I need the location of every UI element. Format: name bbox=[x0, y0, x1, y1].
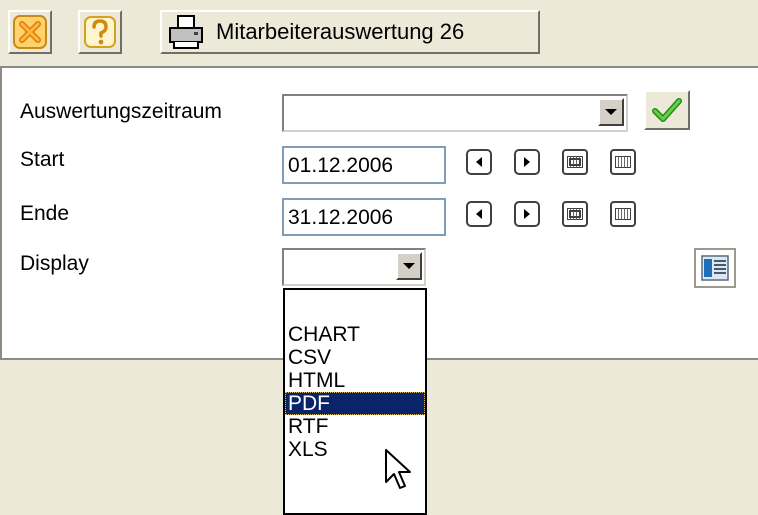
option-chart[interactable]: CHART bbox=[285, 323, 425, 346]
toolbar: Mitarbeiterauswertung 26 bbox=[0, 0, 758, 68]
option-pdf[interactable]: PDF bbox=[285, 392, 425, 415]
option-html[interactable]: HTML bbox=[285, 369, 425, 392]
start-label: Start bbox=[20, 148, 65, 171]
period-dropdown-button[interactable] bbox=[598, 98, 624, 126]
end-date-input[interactable]: 31.12.2006 bbox=[282, 198, 446, 236]
chevron-down-icon bbox=[605, 109, 617, 115]
end-next-button[interactable] bbox=[514, 201, 540, 227]
display-select[interactable] bbox=[282, 248, 426, 286]
start-calendar-button[interactable] bbox=[562, 149, 588, 175]
end-calendar-button[interactable] bbox=[562, 201, 588, 227]
calendar-grid-icon bbox=[615, 208, 631, 220]
option-rtf[interactable]: RTF bbox=[285, 415, 425, 438]
list-columns-icon bbox=[701, 255, 729, 281]
report-title: Mitarbeiterauswertung 26 bbox=[216, 19, 465, 44]
columns-button[interactable] bbox=[694, 248, 736, 288]
display-dropdown-button[interactable] bbox=[396, 252, 422, 280]
start-next-button[interactable] bbox=[514, 149, 540, 175]
mouse-pointer-icon bbox=[385, 449, 411, 489]
close-button[interactable] bbox=[8, 10, 52, 54]
chevron-down-icon bbox=[403, 263, 415, 269]
calendar-icon bbox=[567, 208, 583, 220]
arrow-left-icon bbox=[476, 209, 482, 219]
help-button[interactable] bbox=[78, 10, 122, 54]
end-calendar-month-button[interactable] bbox=[610, 201, 636, 227]
start-prev-button[interactable] bbox=[466, 149, 492, 175]
calendar-grid-icon bbox=[615, 156, 631, 168]
start-calendar-month-button[interactable] bbox=[610, 149, 636, 175]
printer-icon bbox=[169, 15, 203, 49]
period-label: Auswertungszeitraum bbox=[20, 100, 222, 123]
arrow-right-icon bbox=[524, 209, 530, 219]
calendar-icon bbox=[567, 156, 583, 168]
checkmark-icon bbox=[652, 98, 682, 122]
option-csv[interactable]: CSV bbox=[285, 346, 425, 369]
end-prev-button[interactable] bbox=[466, 201, 492, 227]
period-select[interactable] bbox=[282, 94, 628, 132]
display-label: Display bbox=[20, 252, 89, 275]
arrow-left-icon bbox=[476, 157, 482, 167]
close-x-icon bbox=[13, 15, 47, 49]
arrow-right-icon bbox=[524, 157, 530, 167]
apply-button[interactable] bbox=[644, 90, 690, 130]
start-date-input[interactable]: 01.12.2006 bbox=[282, 146, 446, 184]
end-label: Ende bbox=[20, 202, 70, 225]
print-report-button[interactable]: Mitarbeiterauswertung 26 bbox=[160, 10, 540, 54]
help-question-icon bbox=[84, 16, 116, 48]
